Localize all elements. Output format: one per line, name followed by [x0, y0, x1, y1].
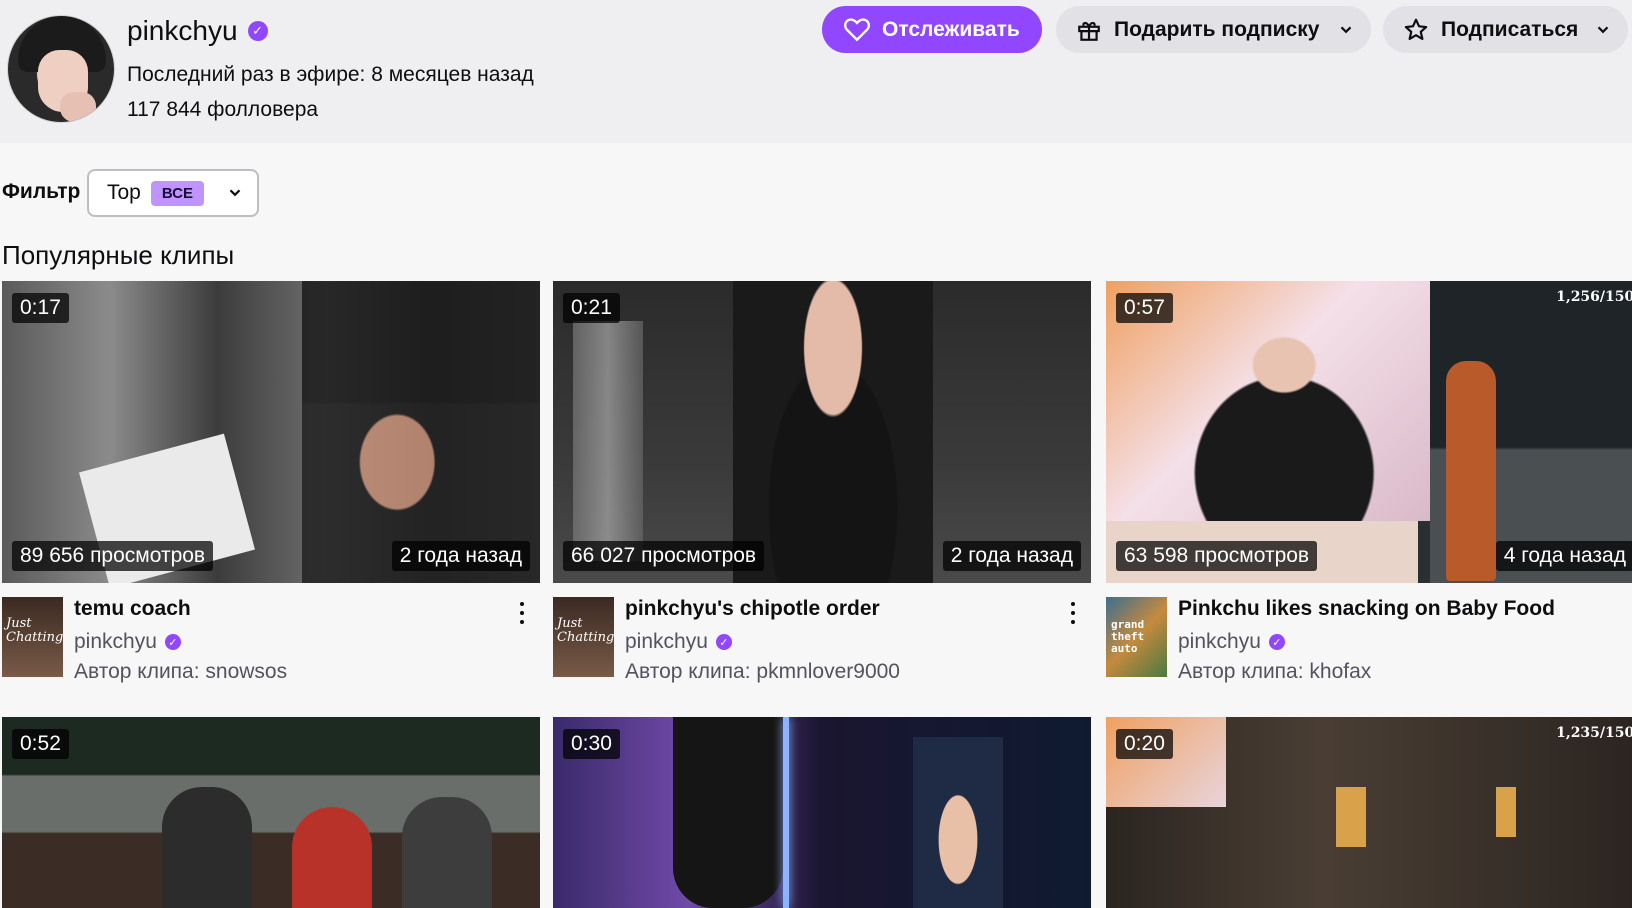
clip-duration: 0:52 [12, 729, 69, 759]
chevron-down-icon [1597, 26, 1609, 33]
clip-age: 4 года назад [1495, 541, 1632, 571]
subscribe-button[interactable]: Подписаться [1383, 6, 1628, 53]
clip-views: 66 027 просмотров [563, 541, 765, 571]
subscribe-label: Подписаться [1441, 17, 1579, 41]
clip-title[interactable]: temu coach [74, 597, 191, 621]
clip-channel[interactable]: pinkchyu ✓ [1178, 630, 1285, 654]
clip-card[interactable]: 0:30 [553, 717, 1091, 908]
verified-icon: ✓ [1268, 634, 1285, 650]
follow-label: Отслеживать [882, 17, 1020, 41]
clip-author: Автор клипа: snowsos [74, 660, 288, 683]
clip-card[interactable]: 1,256/1500 0:57 63 598 просмотров 4 года… [1106, 281, 1632, 693]
channel-name-row: pinkchyu ✓ [127, 15, 268, 47]
clip-card[interactable]: 0:52 [2, 717, 540, 908]
clip-views: 89 656 просмотров [12, 541, 214, 571]
filter-value: Top [107, 181, 141, 204]
clip-title[interactable]: pinkchyu's chipotle order [625, 597, 880, 621]
gift-sub-label: Подарить подписку [1114, 17, 1320, 41]
chevron-down-icon [229, 189, 241, 197]
clip-duration: 0:30 [563, 729, 620, 759]
heart-icon [844, 17, 870, 41]
clip-channel-name: pinkchyu [1178, 630, 1261, 653]
game-box-text: grand theft auto [1111, 618, 1145, 655]
verified-icon: ✓ [715, 634, 732, 650]
clip-channel[interactable]: pinkchyu ✓ [625, 630, 732, 654]
clip-duration: 0:20 [1116, 729, 1173, 759]
clip-views: 63 598 просмотров [1116, 541, 1318, 571]
clip-channel-name: pinkchyu [74, 630, 157, 653]
filter-dropdown[interactable]: Top ВСЕ [87, 169, 259, 217]
clip-meta: grand theft auto Pinkchu likes snacking … [1106, 583, 1632, 693]
chevron-down-icon [1340, 26, 1352, 33]
clip-age: 2 года назад [942, 541, 1081, 571]
clip-meta: Just Chatting pinkchyu's chipotle order … [553, 583, 1091, 693]
clip-title[interactable]: Pinkchu likes snacking on Baby Food [1178, 597, 1555, 621]
filter-badge: ВСЕ [150, 180, 204, 206]
game-box-art[interactable]: Just Chatting [553, 597, 614, 677]
channel-header: pinkchyu ✓ Последний раз в эфире: 8 меся… [0, 0, 1632, 143]
last-live-text: Последний раз в эфире: 8 месяцев назад [127, 63, 534, 86]
follow-button[interactable]: Отслеживать [822, 6, 1042, 53]
game-box-art[interactable]: Just Chatting [2, 597, 63, 677]
clip-card[interactable]: 1,235/1500 0:20 [1106, 717, 1632, 908]
clip-age: 2 года назад [391, 541, 530, 571]
channel-name[interactable]: pinkchyu [127, 15, 238, 47]
clip-channel[interactable]: pinkchyu ✓ [74, 630, 181, 654]
clip-thumbnail[interactable]: 0:21 66 027 просмотров 2 года назад [553, 281, 1091, 583]
clip-duration: 0:57 [1116, 293, 1173, 323]
overlay-counter: 1,235/1500 [1556, 725, 1632, 741]
section-title: Популярные клипы [2, 240, 235, 270]
clip-thumbnail[interactable]: 1,235/1500 0:20 [1106, 717, 1632, 908]
star-icon [1404, 18, 1428, 40]
clip-thumbnail[interactable]: 1,256/1500 0:57 63 598 просмотров 4 года… [1106, 281, 1632, 583]
more-options-icon[interactable] [512, 599, 532, 627]
clip-card[interactable]: 0:17 89 656 просмотров 2 года назад Just… [2, 281, 540, 693]
game-box-text: Just Chatting [557, 616, 615, 645]
more-options-icon[interactable] [1063, 599, 1083, 627]
verified-icon: ✓ [247, 21, 268, 41]
filter-label: Фильтр [2, 180, 81, 203]
clip-author: Автор клипа: pkmnlover9000 [625, 660, 900, 683]
game-box-text: Just Chatting [6, 616, 64, 645]
clip-channel-name: pinkchyu [625, 630, 708, 653]
clip-author: Автор клипа: khofax [1178, 660, 1372, 683]
clip-thumbnail[interactable]: 0:17 89 656 просмотров 2 года назад [2, 281, 540, 583]
verified-icon: ✓ [164, 634, 181, 650]
more-options-icon[interactable] [1626, 599, 1632, 627]
clip-thumbnail[interactable]: 0:52 [2, 717, 540, 908]
followers-count: 117 844 фолловера [127, 98, 319, 121]
gift-sub-button[interactable]: Подарить подписку [1056, 6, 1371, 53]
clip-thumbnail[interactable]: 0:30 [553, 717, 1091, 908]
clip-duration: 0:17 [12, 293, 69, 323]
clip-card[interactable]: 0:21 66 027 просмотров 2 года назад Just… [553, 281, 1091, 693]
clip-meta: Just Chatting temu coach pinkchyu ✓ Авто… [2, 583, 540, 693]
game-box-art[interactable]: grand theft auto [1106, 597, 1167, 677]
overlay-counter: 1,256/1500 [1556, 289, 1632, 305]
clip-duration: 0:21 [563, 293, 620, 323]
gift-icon [1078, 21, 1100, 41]
channel-avatar[interactable] [7, 15, 115, 123]
